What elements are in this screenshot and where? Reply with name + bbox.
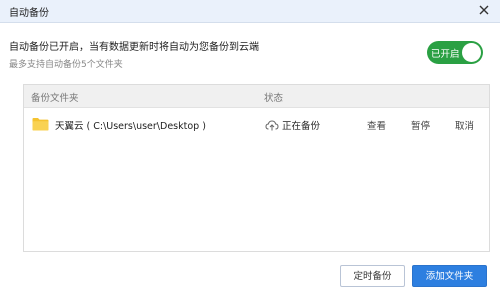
toggle-knob: [462, 43, 481, 62]
auto-backup-toggle[interactable]: 已开启: [427, 41, 483, 64]
cancel-button[interactable]: 取消: [455, 118, 474, 132]
title-bar: 自动备份: [0, 0, 500, 23]
close-icon[interactable]: [476, 2, 492, 18]
toggle-label: 已开启: [431, 49, 460, 60]
backup-status: 正在备份: [282, 121, 321, 132]
cloud-upload-icon: [265, 118, 279, 132]
folder-icon: [32, 117, 49, 131]
column-header-status: 状态: [264, 93, 284, 104]
folder-limit-text: 最多支持自动备份5个文件夹: [9, 60, 123, 70]
folder-path: 天翼云 ( C:\Users\user\Desktop ): [55, 121, 206, 132]
backup-status-text: 自动备份已开启，当有数据更新时将自动为您备份到云端: [9, 42, 259, 53]
table-header: 备份文件夹 状态: [24, 85, 489, 108]
pause-button[interactable]: 暂停: [411, 118, 430, 132]
table-row[interactable]: 天翼云 ( C:\Users\user\Desktop ) 正在备份 查看 暂停…: [24, 113, 489, 137]
backup-folder-table: 备份文件夹 状态 天翼云 ( C:\Users\user\Desktop ) 正…: [23, 84, 490, 252]
view-button[interactable]: 查看: [367, 118, 386, 132]
scheduled-backup-button[interactable]: 定时备份: [340, 265, 405, 287]
column-header-folder: 备份文件夹: [31, 93, 79, 104]
window-title: 自动备份: [9, 8, 49, 19]
add-folder-button[interactable]: 添加文件夹: [412, 265, 487, 287]
